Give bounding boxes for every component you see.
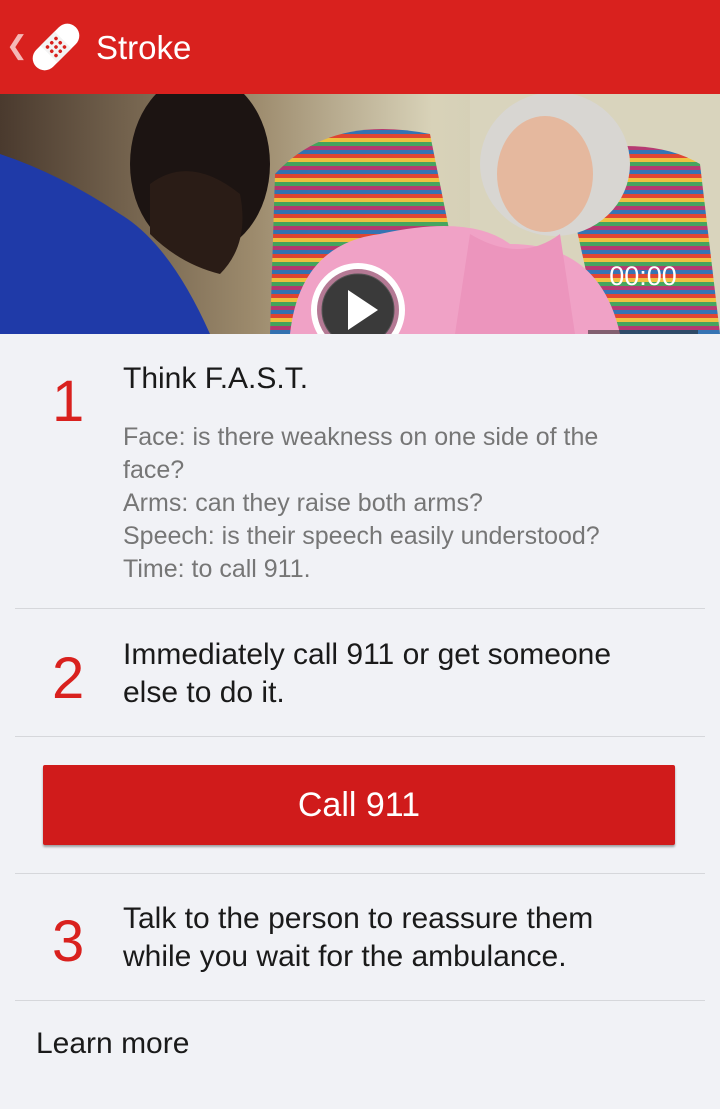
bandage-icon[interactable] <box>26 16 86 78</box>
page-title: Stroke <box>96 29 192 66</box>
call-911-button[interactable]: Call 911 <box>43 765 675 845</box>
step-details: Face: is there weakness on one side of t… <box>123 421 683 586</box>
detail-line: Time: to call 911. <box>123 555 311 583</box>
detail-line: Arms: can they raise both arms? <box>123 489 483 517</box>
learn-more-link[interactable]: Learn more <box>36 1024 189 1064</box>
step-heading-line: else to do it. <box>123 676 285 709</box>
divider <box>15 736 705 737</box>
divider <box>15 873 705 874</box>
video-timestamp: 00:00 <box>609 261 677 291</box>
detail-line: Speech: is their speech easily understoo… <box>123 522 600 550</box>
step-number: 2 <box>52 646 85 711</box>
time-overlay <box>588 330 698 334</box>
step-number: 3 <box>52 909 85 974</box>
divider <box>15 1000 705 1001</box>
step-number: 1 <box>52 369 85 434</box>
step-heading-line: Talk to the person to reassure them <box>123 902 594 935</box>
detail-line: face? <box>123 456 185 484</box>
chevron-left-icon[interactable]: ❮ <box>6 30 28 60</box>
play-icon[interactable] <box>310 262 406 334</box>
video-player[interactable] <box>0 94 720 334</box>
divider <box>15 608 705 609</box>
app-bar: ❮ Stroke <box>0 0 720 94</box>
step-heading-line: while you wait for the ambulance. <box>123 940 567 973</box>
step-heading-line: Immediately call 911 or get someone <box>123 638 612 671</box>
step-heading: Think F.A.S.T. <box>123 362 309 395</box>
detail-line: Face: is there weakness on one side of t… <box>123 423 599 451</box>
